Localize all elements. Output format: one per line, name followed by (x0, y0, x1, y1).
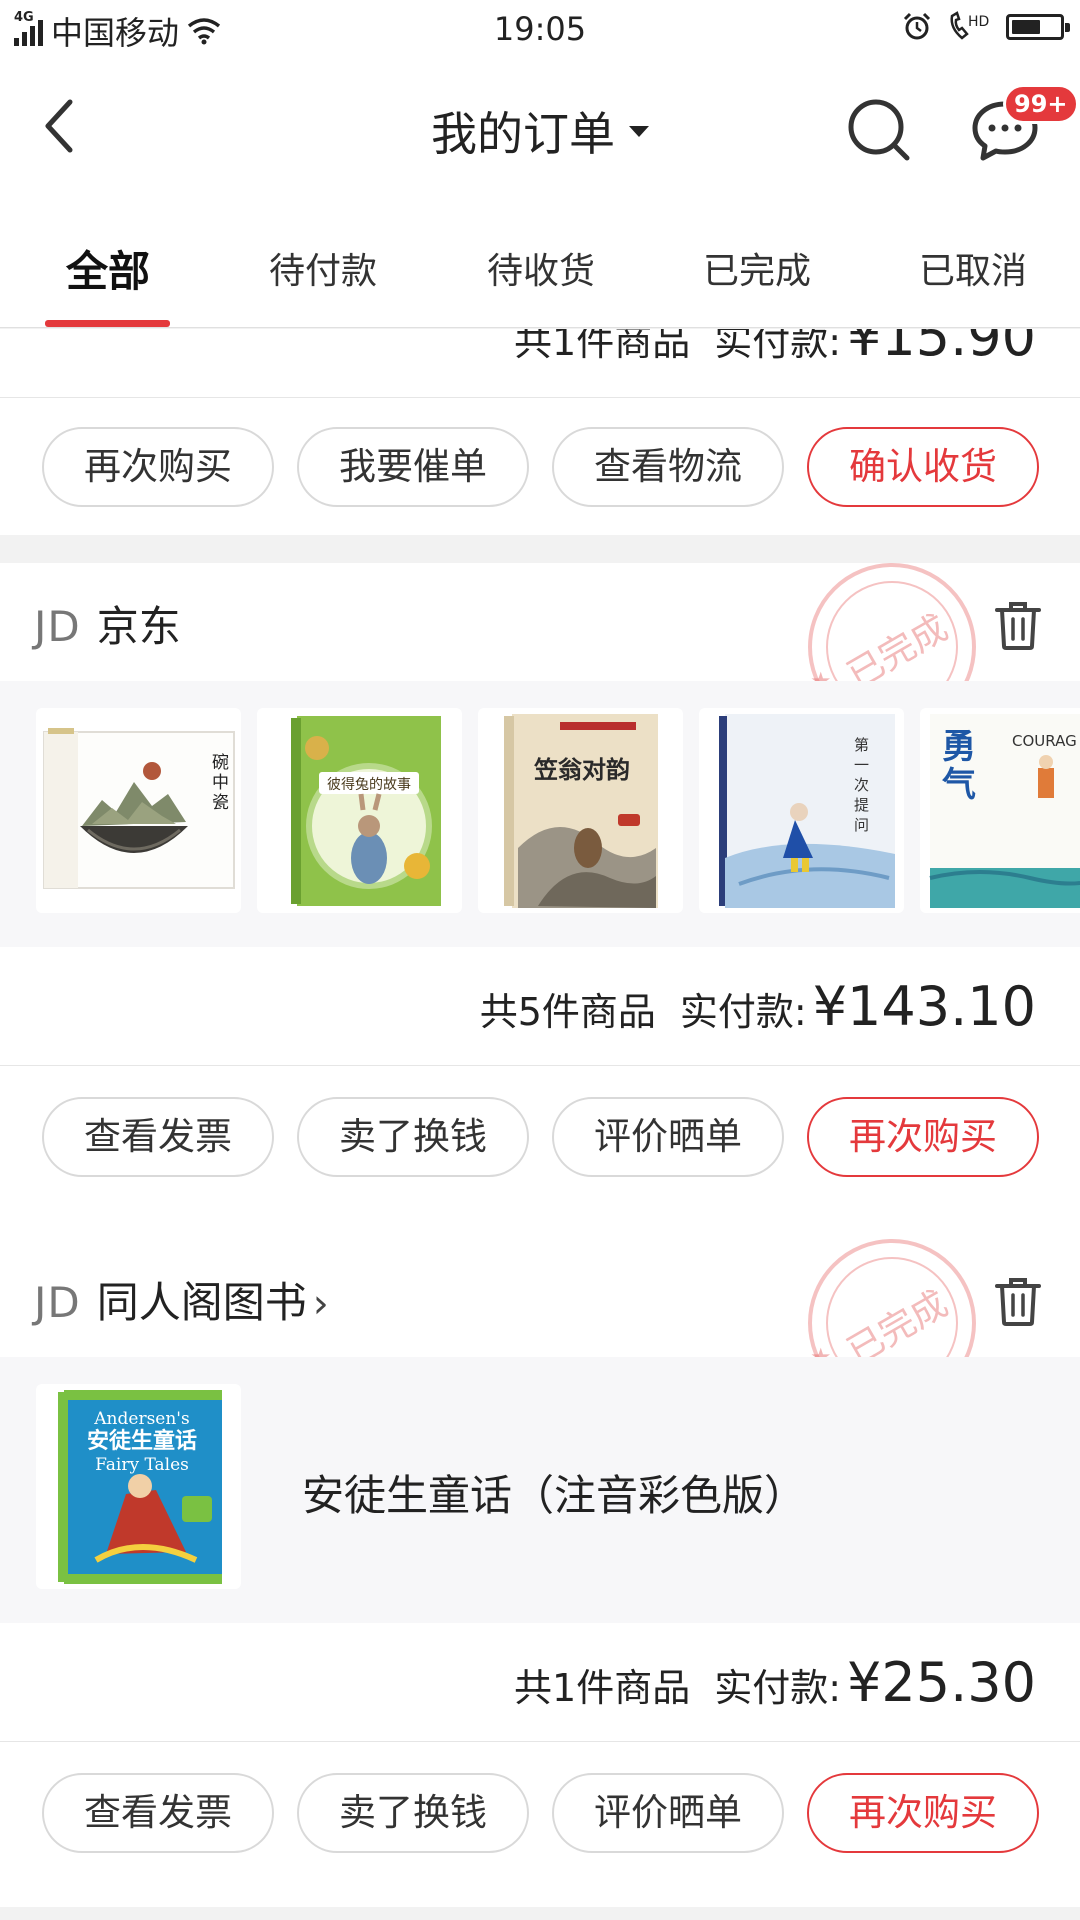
status-right: HD (902, 10, 1070, 44)
search-icon[interactable] (845, 96, 913, 164)
divider (0, 1741, 1080, 1742)
jd-logo: JD (34, 1278, 81, 1327)
shop-name-text: 京东 (96, 602, 181, 651)
review-button[interactable]: 评价晒单 (552, 1097, 784, 1177)
svg-text:COURAG: COURAG (1012, 732, 1077, 750)
view-invoice-button[interactable]: 查看发票 (42, 1097, 274, 1177)
book-5-title: 勇 (942, 727, 976, 767)
product-thumbnail[interactable]: Andersen's 安徒生童话 Fairy Tales (36, 1384, 241, 1589)
order-summary: 共1件商品 实付款: ¥25.30 (514, 1651, 1036, 1714)
paid-label: 实付款: (714, 329, 842, 364)
svg-text:气: 气 (941, 765, 976, 805)
status-bar: 4G 中国移动 19:05 HD (0, 0, 1080, 60)
paid-amount: ¥25.30 (847, 1651, 1036, 1714)
book-3-title: 笠翁对韵 (534, 756, 630, 784)
page-title-text: 我的订单 (431, 107, 615, 161)
cover-title-en-2: Fairy Tales (95, 1455, 189, 1475)
caret-down-icon (629, 126, 649, 137)
page-title[interactable]: 我的订单 (0, 98, 1080, 164)
buy-again-button[interactable]: 再次购买 (807, 1097, 1039, 1177)
hd-call-icon: HD (950, 11, 989, 40)
battery-icon (1006, 14, 1070, 40)
order-footer: 共1件商品 实付款: ¥25.30 查看发票 卖了换钱 评价晒单 再次购买 (0, 1623, 1080, 1907)
tab-cancelled[interactable]: 已取消 (873, 242, 1073, 294)
goods-single[interactable]: Andersen's 安徒生童话 Fairy Tales 安徒生童话（注音彩色版… (0, 1357, 1080, 1623)
paid-label: 实付款: (714, 1666, 842, 1710)
svg-text:问: 问 (854, 816, 869, 834)
shop-name-text: 同人阁图书 (96, 1278, 307, 1327)
sell-for-cash-button[interactable]: 卖了换钱 (297, 1097, 529, 1177)
paid-label: 实付款: (679, 990, 807, 1034)
hd-label: HD (968, 14, 989, 30)
tab-all[interactable]: 全部 (8, 238, 208, 299)
confirm-receipt-button[interactable]: 确认收货 (807, 427, 1039, 507)
book-cover-image: 彼得兔的故事 (291, 716, 441, 906)
divider (0, 397, 1080, 398)
product-thumbnail[interactable]: 彼得兔的故事 (257, 708, 462, 913)
buy-again-button[interactable]: 再次购买 (807, 1773, 1039, 1853)
order-list[interactable]: 共1件商品 实付款: ¥15.90 再次购买 我要催单 查看物流 确认收货 JD 京东… (0, 329, 1080, 1920)
trash-icon[interactable] (993, 599, 1043, 651)
order-summary: 共1件商品 实付款: ¥15.90 (514, 329, 1036, 368)
divider (0, 1065, 1080, 1066)
paid-amount: ¥15.90 (847, 329, 1036, 368)
review-button[interactable]: 评价晒单 (552, 1773, 784, 1853)
svg-text:瓷: 瓷 (212, 793, 229, 813)
tab-pending-payment[interactable]: 待付款 (223, 242, 423, 294)
item-count: 共1件商品 (514, 1666, 691, 1710)
track-shipment-button[interactable]: 查看物流 (552, 427, 784, 507)
book-cover-image: 碗 中 瓷 (43, 728, 235, 889)
book-cover-image: 笠翁对韵 (504, 714, 658, 908)
order-card-partial: 共1件商品 实付款: ¥15.90 再次购买 我要催单 查看物流 确认收货 (0, 329, 1080, 535)
book-2-title: 彼得兔的故事 (327, 776, 411, 793)
message-badge: 99+ (1003, 84, 1079, 124)
goods-thumbnails[interactable]: 碗 中 瓷 彼得兔的故事 笠翁对韵 第 一 次 提 问 勇 气 COURAG (0, 681, 1080, 947)
svg-text:提: 提 (854, 796, 869, 814)
product-thumbnail[interactable]: 第 一 次 提 问 (699, 708, 904, 913)
paid-amount: ¥143.10 (812, 975, 1036, 1038)
svg-text:次: 次 (854, 776, 869, 794)
book-1-title: 碗 (212, 753, 229, 773)
book-4-title: 第 (854, 736, 869, 754)
tab-completed[interactable]: 已完成 (657, 242, 857, 294)
sell-for-cash-button[interactable]: 卖了换钱 (297, 1773, 529, 1853)
svg-text:一: 一 (854, 756, 869, 774)
book-cover-image: Andersen's 安徒生童话 Fairy Tales (58, 1390, 222, 1584)
view-invoice-button[interactable]: 查看发票 (42, 1773, 274, 1853)
product-title[interactable]: 安徒生童话（注音彩色版） (302, 1462, 806, 1523)
jd-logo: JD (34, 602, 81, 651)
nav-bar: 我的订单 99+ (0, 60, 1080, 190)
svg-text:中: 中 (212, 773, 229, 793)
shop-name: JD 同人阁图书 › (34, 1269, 329, 1330)
trash-icon[interactable] (993, 1275, 1043, 1327)
product-thumbnail[interactable]: 碗 中 瓷 (36, 708, 241, 913)
item-count: 共1件商品 (514, 329, 691, 364)
chevron-right-icon: › (312, 1281, 329, 1327)
alarm-icon (903, 12, 931, 40)
item-count: 共5件商品 (479, 990, 656, 1034)
product-thumbnail[interactable]: 勇 气 COURAG (920, 708, 1080, 913)
tab-pending-receipt[interactable]: 待收货 (441, 242, 641, 294)
order-summary: 共5件商品 实付款: ¥143.10 (480, 975, 1036, 1038)
book-cover-image: 勇 气 COURAG (929, 714, 1080, 908)
active-tab-indicator (45, 320, 170, 327)
cover-title-cn: 安徒生童话 (87, 1428, 197, 1454)
shop-name: JD 京东 (34, 593, 181, 654)
buy-again-button[interactable]: 再次购买 (42, 427, 274, 507)
product-thumbnail[interactable]: 笠翁对韵 (478, 708, 683, 913)
urge-order-button[interactable]: 我要催单 (297, 427, 529, 507)
book-cover-image: 第 一 次 提 问 (719, 714, 895, 908)
order-tabs: 全部 待付款 待收货 已完成 已取消 (0, 190, 1080, 328)
cover-title-en-1: Andersen's (93, 1409, 189, 1429)
